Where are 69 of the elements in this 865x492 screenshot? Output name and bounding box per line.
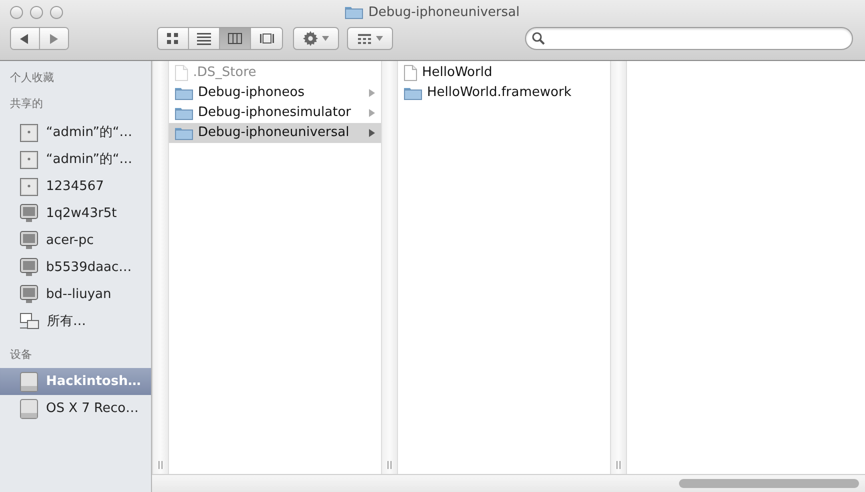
close-button[interactable] — [10, 6, 23, 19]
folder-icon — [175, 86, 193, 100]
sidebar-item[interactable]: b5539daac… — [0, 254, 151, 281]
scrollbar-thumb[interactable] — [679, 479, 859, 488]
cover-flow-icon — [260, 32, 274, 45]
section-header: 共享的 — [10, 97, 43, 110]
server-icon — [20, 178, 38, 196]
sidebar-item[interactable]: OS X 7 Reco… — [0, 395, 151, 422]
minimize-button[interactable] — [30, 6, 43, 19]
server-icon — [20, 124, 38, 142]
section-header: 设备 — [10, 348, 32, 361]
file-item[interactable]: .DS_Store — [169, 63, 381, 83]
cover-flow-button[interactable] — [251, 28, 282, 49]
server-icon — [20, 150, 38, 168]
action-button[interactable] — [293, 27, 339, 50]
sidebar-item[interactable]: 1234567 — [0, 173, 151, 200]
sidebar-item[interactable]: bd--liuyan — [0, 281, 151, 308]
arrange-button[interactable] — [347, 27, 393, 50]
section-header: 个人收藏 — [10, 71, 54, 84]
document-icon — [175, 65, 188, 81]
sidebar-item[interactable]: “admin”的“… — [0, 146, 151, 173]
sidebar-item[interactable]: 所有… — [0, 308, 151, 335]
gear-icon — [303, 31, 318, 46]
network-icon — [20, 313, 39, 330]
folder-item[interactable]: Debug-iphoneos — [169, 83, 381, 103]
folder-item[interactable]: Debug-iphonesimulator — [169, 103, 381, 123]
drive-icon — [20, 398, 38, 418]
search-field[interactable] — [525, 27, 853, 50]
icon-view-icon — [166, 32, 180, 45]
sidebar-item[interactable]: “admin”的“… — [0, 119, 151, 146]
folder-icon — [175, 106, 193, 120]
back-button[interactable] — [11, 28, 40, 49]
folder-icon — [175, 126, 193, 140]
folder-icon — [404, 86, 422, 100]
caret-icon — [376, 36, 382, 41]
column-view-button[interactable] — [220, 28, 251, 49]
icon-view-button[interactable] — [158, 28, 189, 49]
folder-icon — [345, 5, 364, 20]
zoom-button[interactable] — [50, 6, 63, 19]
caret-icon — [322, 36, 329, 41]
folder-item[interactable]: HelloWorld.framework — [398, 83, 610, 103]
resize-handle[interactable] — [158, 460, 163, 470]
drive-icon — [20, 372, 38, 392]
monitor-icon — [20, 258, 38, 277]
sidebar-item[interactable]: 1q2w43r5t — [0, 200, 151, 227]
forward-icon — [49, 34, 58, 44]
grid-icon — [358, 34, 370, 44]
resize-handle[interactable] — [616, 460, 621, 470]
column-view-icon — [228, 32, 242, 45]
sidebar-item[interactable]: acer-pc — [0, 227, 151, 254]
file-item[interactable]: HelloWorld — [398, 63, 610, 83]
forward-button[interactable] — [40, 28, 68, 49]
disclosure-arrow-icon — [369, 89, 375, 97]
document-icon — [404, 65, 417, 81]
resize-handle[interactable] — [387, 460, 392, 470]
list-view-icon — [197, 32, 211, 45]
search-icon — [532, 32, 545, 45]
view-mode-control[interactable] — [157, 27, 283, 50]
monitor-icon — [20, 204, 38, 223]
folder-item[interactable]: Debug-iphoneuniversal — [169, 123, 381, 143]
disclosure-arrow-icon — [369, 109, 375, 117]
monitor-icon — [20, 285, 38, 304]
disclosure-arrow-icon — [369, 129, 375, 137]
monitor-icon — [20, 231, 38, 250]
back-icon — [20, 34, 30, 44]
list-view-button[interactable] — [189, 28, 220, 49]
window-title: Debug-iphoneuniversal — [368, 4, 520, 22]
horizontal-scrollbar[interactable] — [152, 474, 865, 492]
back-forward-control[interactable] — [10, 27, 69, 50]
